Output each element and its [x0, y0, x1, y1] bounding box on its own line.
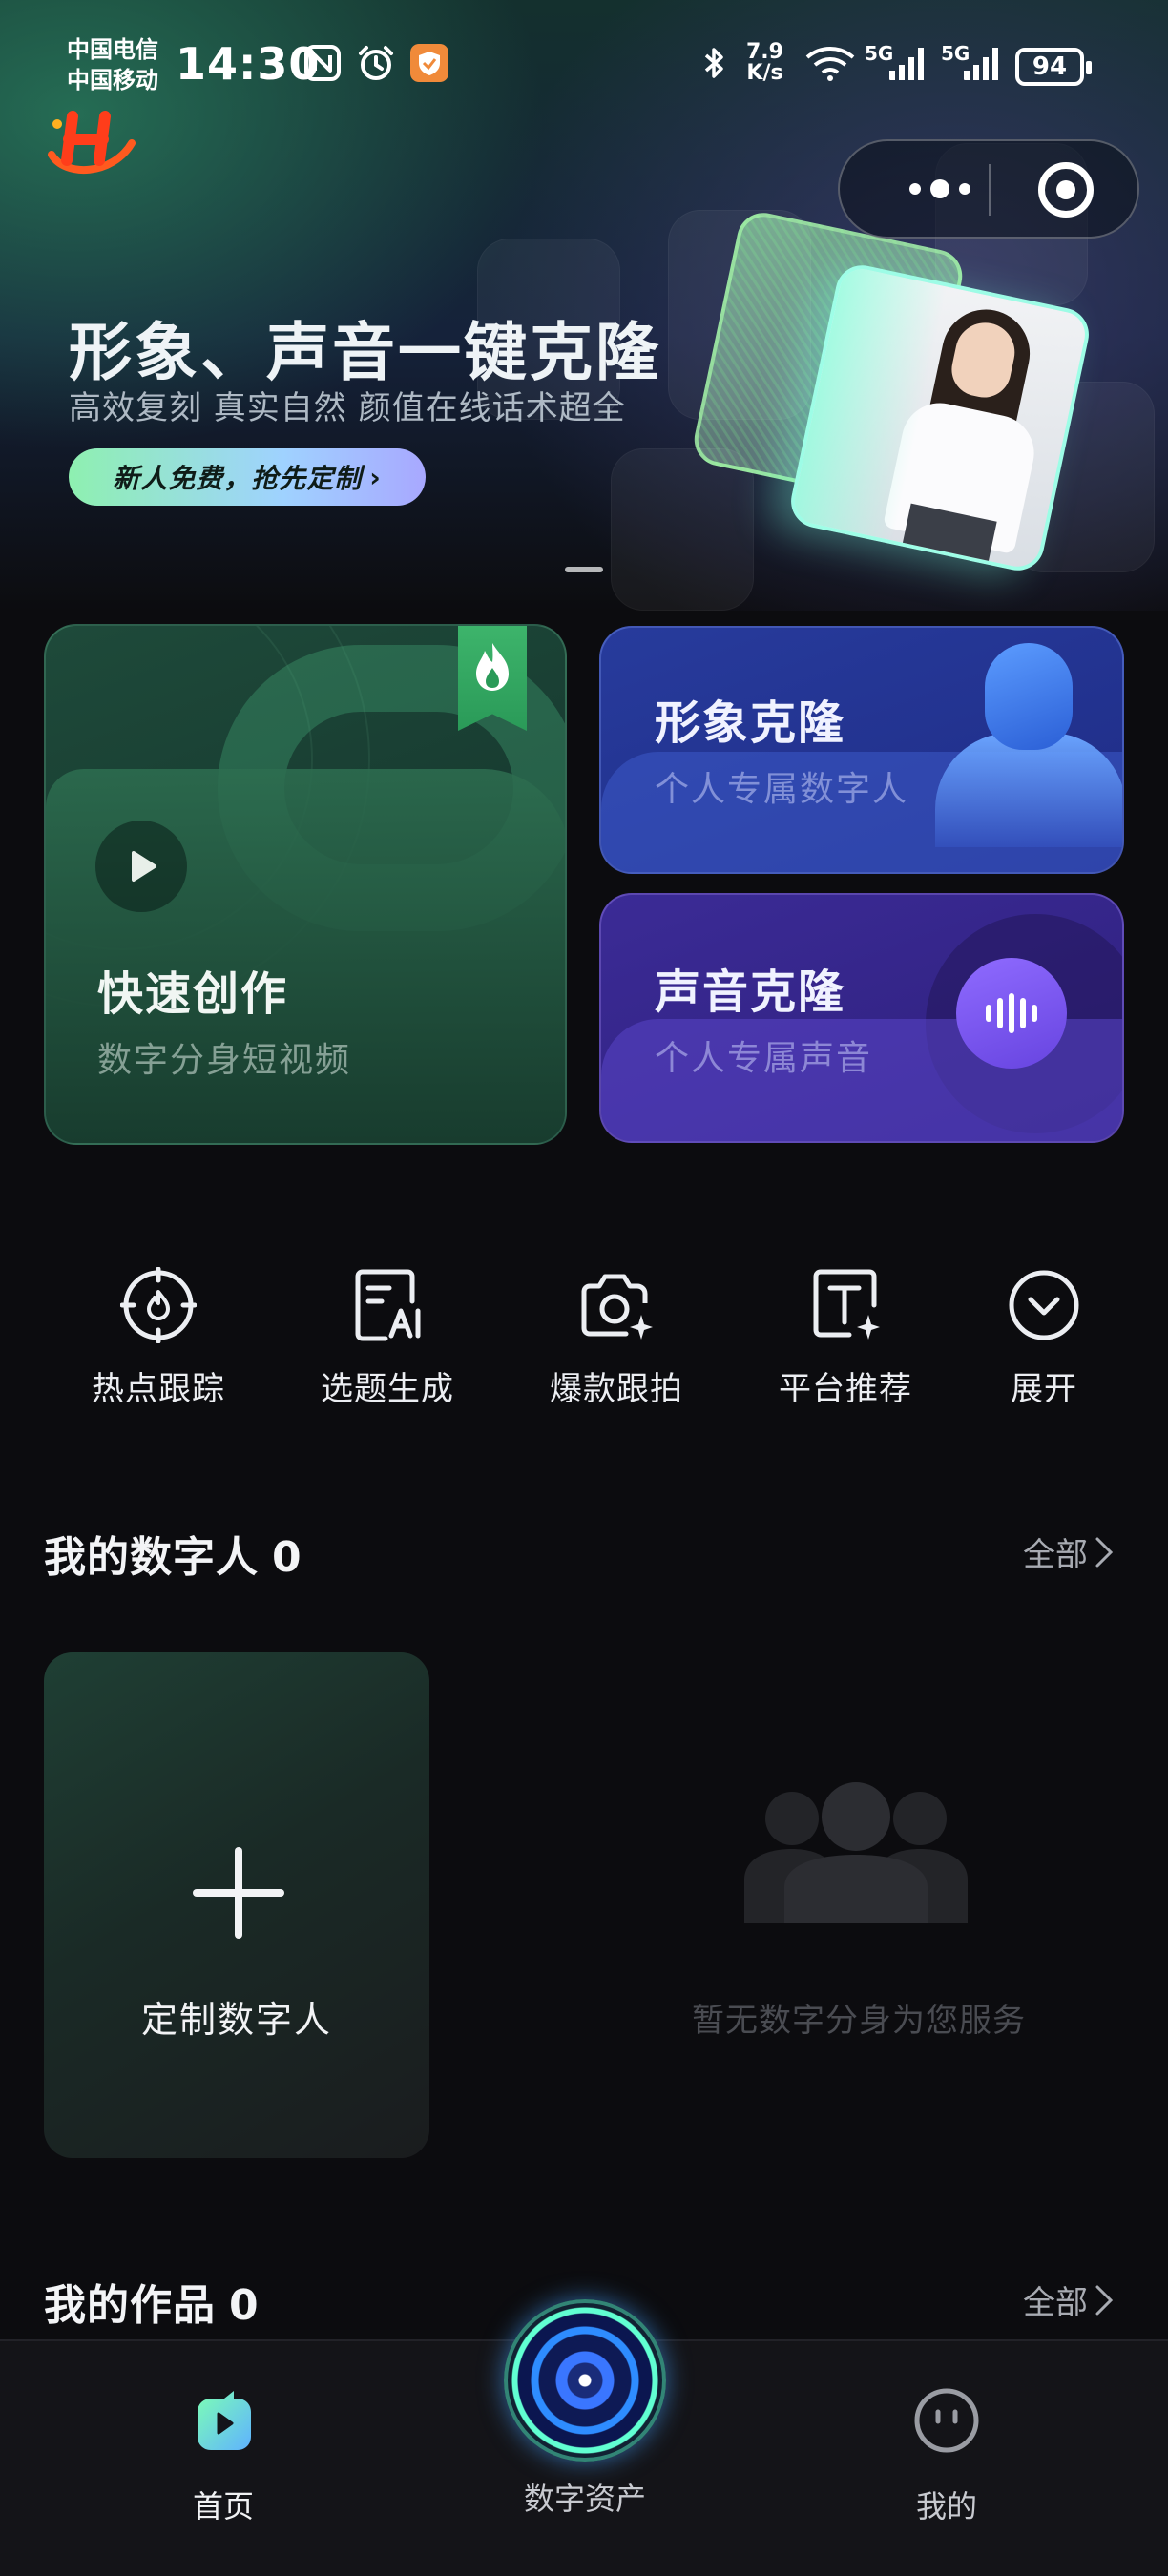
tool-expand[interactable]: 展开	[958, 1267, 1130, 1409]
carrier-names: 中国电信 中国移动	[67, 34, 158, 95]
profile-face-icon	[914, 2388, 979, 2453]
custom-digital-person-card[interactable]: 定制数字人	[44, 1652, 429, 2158]
play-icon	[95, 821, 187, 912]
network-speed-value: 7.9	[746, 40, 783, 64]
image-clone-card[interactable]: 形象克隆 个人专属数字人	[599, 626, 1124, 874]
quick-create-title: 快速创作	[97, 967, 289, 1021]
fire-icon	[476, 643, 509, 691]
tab-digital-assets[interactable]: 数字资产	[504, 2299, 666, 2519]
tool-label: 爆款跟拍	[550, 1370, 683, 1408]
view-all-label: 全部	[1023, 2284, 1088, 2322]
tool-label: 展开	[1011, 1370, 1077, 1408]
bluetooth-icon	[704, 48, 723, 78]
digital-people-view-all[interactable]: 全部	[1023, 1528, 1115, 1575]
network-speed: 7.9 K/s	[746, 42, 783, 84]
digital-assets-orb-icon	[504, 2299, 666, 2462]
voice-clone-card[interactable]: 声音克隆 个人专属声音	[599, 893, 1124, 1143]
tab-home[interactable]: 首页	[118, 2387, 328, 2526]
quick-create-subtitle: 数字分身短视频	[97, 1041, 352, 1080]
works-view-all[interactable]: 全部	[1023, 2276, 1115, 2323]
topic-ai-icon	[355, 1269, 421, 1341]
target-icon	[120, 1267, 197, 1343]
tool-label: 平台推荐	[779, 1370, 912, 1408]
tab-mine[interactable]: 我的	[842, 2387, 1052, 2526]
chevron-down-circle-icon	[1009, 1270, 1079, 1340]
capsule-divider	[989, 164, 991, 216]
tool-topic-generation[interactable]: 选题生成	[302, 1267, 473, 1409]
tool-hotspot-tracking[interactable]: 热点跟踪	[73, 1267, 244, 1409]
custom-digital-person-label: 定制数字人	[140, 1999, 332, 2041]
text-spark-icon	[813, 1269, 880, 1340]
tab-label: 首页	[192, 2488, 254, 2524]
carrier-2: 中国移动	[67, 67, 158, 93]
promo-label: 新人免费，抢先定制	[113, 463, 363, 494]
quick-create-card[interactable]: 快速创作 数字分身短视频	[44, 624, 567, 1145]
banner-portrait-card	[785, 260, 1095, 576]
image-clone-subtitle: 个人专属数字人	[655, 770, 909, 809]
section-title-text: 我的作品	[44, 2281, 216, 2330]
plus-icon	[193, 1847, 284, 1939]
home-play-icon	[198, 2391, 251, 2450]
section-title-text: 我的数字人	[44, 1533, 259, 1582]
avatar-head-icon	[985, 643, 1073, 750]
banner-page-indicator	[565, 567, 603, 572]
status-bar: 中国电信 中国移动 14:30 7.9 K/s 5G 5G 94	[0, 0, 1168, 124]
chevron-right-icon	[1095, 1537, 1114, 1567]
section-title-digital-people: 我的数字人 0	[44, 1523, 302, 1584]
section-count: 0	[229, 2281, 260, 2330]
miniprogram-capsule	[838, 139, 1139, 239]
promo-button[interactable]: 新人免费，抢先定制 ›	[69, 448, 426, 506]
image-clone-title: 形象克隆	[655, 696, 846, 750]
clock: 14:30	[176, 38, 321, 90]
tool-label: 选题生成	[321, 1370, 454, 1408]
view-all-label: 全部	[1023, 1536, 1088, 1574]
soundwave-icon	[956, 958, 1067, 1069]
tool-platform-recommend[interactable]: 平台推荐	[760, 1267, 931, 1409]
signal-icon	[889, 48, 924, 80]
voice-clone-title: 声音克隆	[655, 966, 846, 1019]
camera-spark-icon	[581, 1274, 653, 1340]
signal-icon	[964, 48, 998, 80]
tab-label: 数字资产	[523, 2481, 646, 2517]
chevron-right-icon: ›	[369, 461, 382, 493]
tool-trending-remake[interactable]: 爆款跟拍	[531, 1267, 702, 1409]
banner-decoration	[611, 448, 754, 611]
tool-label: 热点跟踪	[92, 1370, 225, 1408]
app-logo	[48, 111, 136, 175]
empty-state-text: 暂无数字分身为您服务	[692, 2002, 1026, 2040]
app-shield-icon	[410, 44, 448, 82]
banner-subtitle: 高效复刻 真实自然 颜值在线话术超全	[69, 389, 626, 427]
avatar-body-icon	[935, 733, 1122, 847]
chevron-right-icon	[1095, 2285, 1114, 2315]
nfc-icon	[304, 45, 341, 81]
voice-clone-subtitle: 个人专属声音	[655, 1039, 873, 1078]
wifi-icon	[805, 47, 855, 81]
close-miniprogram-icon[interactable]	[1038, 162, 1094, 218]
battery-indicator: 94	[1015, 48, 1092, 86]
network-speed-unit: K/s	[746, 61, 783, 85]
alarm-icon	[359, 46, 393, 80]
tab-label: 我的	[915, 2488, 977, 2524]
section-count: 0	[272, 1533, 302, 1582]
section-title-works: 我的作品 0	[44, 2271, 260, 2332]
group-users-icon	[744, 1782, 968, 1923]
banner-title: 形象、声音一键克隆	[69, 316, 661, 389]
more-icon[interactable]	[887, 141, 992, 237]
carrier-1: 中国电信	[67, 36, 158, 63]
